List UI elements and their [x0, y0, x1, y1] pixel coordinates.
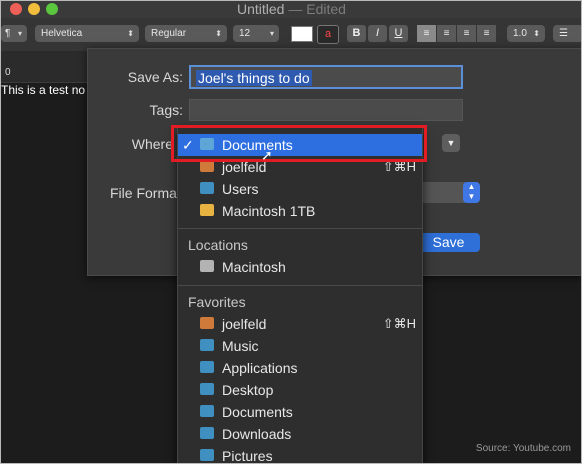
mouse-pointer-icon: ➚ — [261, 147, 273, 163]
menu-item-shortcut: ⇧⌘H — [382, 316, 416, 331]
chevron-down-icon: ▾ — [269, 29, 274, 38]
title-bar: Untitled — Edited — [1, 1, 581, 18]
line-spacing-popup[interactable]: 1.0 ⬍ — [507, 25, 545, 42]
menu-item-fav-home[interactable]: joelfeld ⇧⌘H — [178, 313, 422, 335]
window-title-edited: — Edited — [284, 1, 346, 17]
file-format-popup[interactable] — [421, 182, 465, 203]
home-icon — [200, 317, 214, 329]
line-spacing-value: 1.0 — [513, 28, 527, 39]
menu-item-applications[interactable]: Applications — [178, 357, 422, 379]
save-as-field[interactable]: Joel's things to do — [189, 65, 463, 89]
menu-item-label: Downloads — [222, 426, 292, 442]
align-left-icon[interactable]: ≡ — [417, 25, 436, 42]
list-icon: ☰ — [559, 28, 568, 39]
font-family-value: Helvetica — [41, 28, 83, 39]
menu-item-music[interactable]: Music — [178, 335, 422, 357]
menu-item-downloads[interactable]: Downloads — [178, 423, 422, 445]
text-color-letter: a — [324, 28, 332, 40]
favorites-header: Favorites — [188, 294, 246, 310]
disk-icon — [200, 260, 214, 272]
close-window-button[interactable] — [10, 3, 22, 15]
menu-item-label: Macintosh 1TB — [222, 203, 316, 219]
document-text[interactable]: This is a test no — [1, 83, 85, 97]
format-toolbar: ¶ ▾ Helvetica ⬍ Regular ⬍ 12 ▾ a B I U ≡ ≡ ≡… — [1, 18, 581, 52]
paragraph-icon: ¶ — [5, 28, 11, 39]
folder-icon — [200, 383, 214, 395]
menu-item-users[interactable]: Users — [178, 178, 422, 200]
menu-item-label: joelfeld — [222, 316, 267, 332]
menu-item-label: Music — [222, 338, 259, 354]
save-as-value: Joel's things to do — [196, 70, 312, 86]
font-size-combo[interactable]: 12 ▾ — [233, 25, 279, 42]
chevron-updown-icon: ▲ ▼ — [467, 182, 476, 201]
file-format-label: File Forma — [110, 185, 177, 201]
background-color-well[interactable] — [291, 26, 313, 42]
italic-button[interactable]: I — [368, 25, 387, 42]
window-title-name: Untitled — [237, 1, 285, 17]
paragraph-style-popup[interactable]: ¶ ▾ — [1, 25, 27, 42]
folder-icon — [200, 339, 214, 351]
menu-item-desktop[interactable]: Desktop — [178, 379, 422, 401]
font-style-popup[interactable]: Regular ⬍ — [145, 25, 227, 42]
where-location-menu: ✓ Documents joelfeld ⇧⌘H Users Macintosh… — [177, 127, 423, 464]
folder-icon — [200, 427, 214, 439]
folder-icon — [200, 182, 214, 194]
where-label: Where — [131, 136, 173, 152]
chevron-updown-icon: ⬍ — [533, 29, 540, 38]
align-right-icon[interactable]: ≡ — [457, 25, 476, 42]
highlight-annotation-box — [171, 125, 427, 162]
folder-icon — [200, 361, 214, 373]
zoom-window-button[interactable] — [46, 3, 58, 15]
menu-item-documents[interactable]: Documents — [178, 401, 422, 423]
window-title: Untitled — Edited — [237, 1, 346, 17]
source-credit: Source: Youtube.com — [475, 443, 571, 454]
align-justify-icon[interactable]: ≡ — [477, 25, 496, 42]
tags-label: Tags: — [149, 102, 183, 118]
menu-item-macintosh[interactable]: Macintosh — [178, 256, 422, 278]
save-button[interactable]: Save — [417, 233, 480, 252]
list-style-popup[interactable]: ☰ — [553, 25, 581, 42]
chevron-updown-icon: ⬍ — [215, 29, 222, 38]
align-center-icon[interactable]: ≡ — [437, 25, 456, 42]
text-color-well[interactable]: a — [317, 25, 339, 44]
font-size-value: 12 — [239, 28, 251, 39]
menu-separator — [178, 228, 422, 229]
locations-header: Locations — [188, 237, 248, 253]
disk-icon — [200, 204, 214, 216]
font-family-popup[interactable]: Helvetica ⬍ — [35, 25, 139, 42]
expand-dialog-button[interactable]: ▼ — [442, 134, 460, 152]
menu-item-pictures[interactable]: Pictures — [178, 445, 422, 464]
menu-separator — [178, 285, 422, 286]
file-format-popup-arrows[interactable]: ▲ ▼ — [463, 182, 480, 203]
font-style-value: Regular — [151, 28, 187, 39]
menu-item-label: Macintosh — [222, 259, 286, 275]
underline-button[interactable]: U — [389, 25, 408, 42]
chevron-down-icon: ▼ — [446, 138, 456, 148]
screenshot-frame: Untitled — Edited ¶ ▾ Helvetica ⬍ Regular ⬍… — [0, 0, 582, 464]
chevron-updown-icon: ⬍ — [127, 29, 134, 38]
tags-field[interactable] — [189, 99, 463, 121]
menu-item-label: Applications — [222, 360, 298, 376]
menu-item-label: Documents — [222, 404, 293, 420]
folder-icon — [200, 449, 214, 461]
menu-item-label: Users — [222, 181, 259, 197]
menu-item-label: Pictures — [222, 448, 273, 464]
menu-item-label: Desktop — [222, 382, 274, 398]
folder-icon — [200, 405, 214, 417]
bold-button[interactable]: B — [347, 25, 366, 42]
minimize-window-button[interactable] — [28, 3, 40, 15]
chevron-down-icon: ▾ — [17, 29, 22, 38]
ruler-start-number: 0 — [5, 67, 11, 78]
save-as-label: Save As: — [127, 69, 183, 85]
menu-item-macintosh-1tb[interactable]: Macintosh 1TB — [178, 200, 422, 222]
